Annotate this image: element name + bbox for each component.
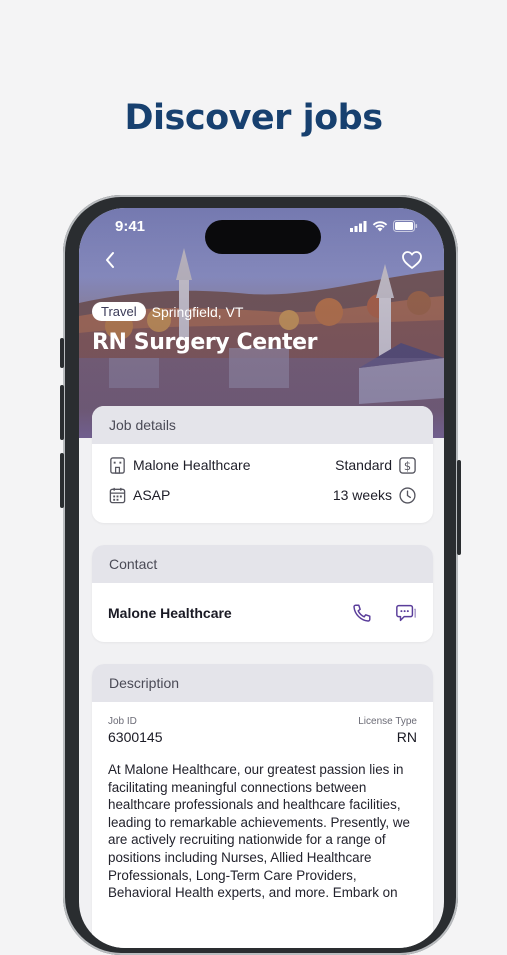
job-location: Springfield, VT [151,303,244,320]
employer-name: Malone Healthcare [133,457,251,473]
favorite-button[interactable] [400,248,424,272]
wifi-icon [372,220,388,231]
job-meta: Job ID 6300145 License Type RN [108,716,417,745]
job-details-card: Job details Malone Healthcare Standard $ [92,406,433,523]
license-type-value: RN [396,729,417,745]
calendar-icon [109,487,126,503]
contact-actions [351,602,417,624]
duration: 13 weeks [332,487,392,503]
start-date: ASAP [133,487,171,503]
dollar-icon: $ [399,456,416,474]
back-button[interactable] [99,248,123,272]
description-header: Description [92,664,433,702]
job-details-row-employer: Malone Healthcare Standard $ [92,450,433,480]
description-text: At Malone Healthcare, our greatest passi… [108,762,410,901]
chevron-left-icon [106,252,114,268]
job-type-badge: Travel [92,302,146,321]
pay-type: Standard [335,457,392,473]
headline: Discover jobs [124,98,383,138]
phone-power-button [457,460,461,555]
status-icons [350,220,418,232]
job-details-row-schedule: ASAP 13 weeks [92,480,433,510]
status-time: 9:41 [115,218,146,235]
license-type-label: License Type [358,716,417,727]
phone-volume-up [60,385,64,440]
phone-side-button [60,338,64,368]
description-card: Description Job ID 6300145 License Type … [92,664,433,948]
job-title: RN Surgery Center [92,330,318,355]
description-body: Job ID 6300145 License Type RN At Malone… [92,702,433,902]
phone-screen: 9:41 Travel Springfield, VT RN Surgery C… [79,208,444,948]
battery-icon [393,220,418,232]
dynamic-island [205,220,321,254]
contact-card: Contact Malone Healthcare [92,545,433,642]
hero-image: 9:41 Travel Springfield, VT RN Surgery C… [79,208,444,438]
job-id-label: Job ID [108,716,137,727]
signal-icon [350,220,367,232]
chat-icon[interactable] [395,602,417,624]
svg-text:$: $ [404,458,411,472]
clock-icon [399,486,416,504]
contact-row: Malone Healthcare [92,583,433,642]
job-id-value: 6300145 [108,729,163,745]
phone-icon[interactable] [351,602,373,624]
building-icon [110,456,125,474]
job-details-header: Job details [92,406,433,444]
phone-volume-down [60,453,64,508]
contact-header: Contact [92,545,433,583]
heart-icon [402,251,422,269]
tag-row: Travel Springfield, VT [92,302,243,321]
contact-name: Malone Healthcare [108,605,232,621]
